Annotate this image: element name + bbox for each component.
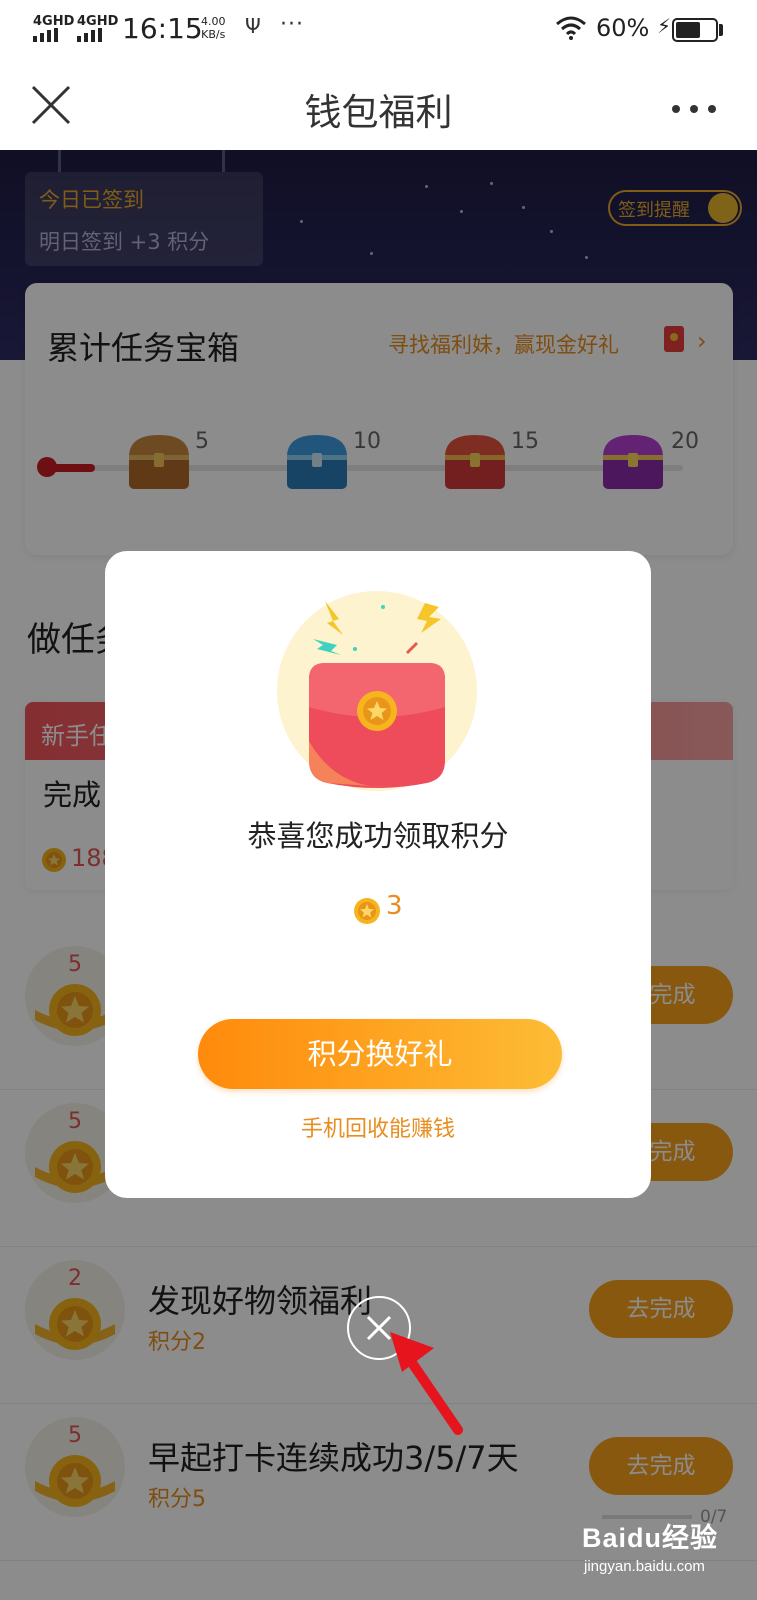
speed-value: 4.00 — [201, 15, 226, 28]
reward-modal: 恭喜您成功领取积分 3 积分换好礼 手机回收能赚钱 — [105, 551, 651, 1198]
phone-recycle-link[interactable]: 手机回收能赚钱 — [105, 1111, 651, 1143]
red-arrow-annotation — [390, 1332, 463, 1435]
status-bar: 4GHD 4GHD 16:15 4.00 KB/s Ψ ··· 60% ⚡ — [0, 0, 757, 58]
more-notifications-icon: ··· — [280, 12, 304, 37]
battery-icon — [672, 18, 718, 42]
network-indicator-2: 4GHD — [77, 14, 119, 29]
signal-icon-2 — [77, 28, 102, 42]
signal-icon — [33, 28, 58, 42]
watermark-url: jingyan.baidu.com — [584, 1558, 705, 1575]
network-speed: 4.00 KB/s — [201, 15, 226, 41]
modal-points: 3 — [386, 891, 403, 921]
nav-bar: 钱包福利 — [0, 58, 757, 150]
usb-icon: Ψ — [245, 14, 261, 38]
speed-unit: KB/s — [201, 28, 226, 41]
coin-icon — [354, 898, 380, 924]
charging-icon: ⚡ — [657, 14, 672, 38]
clock: 16:15 — [122, 12, 203, 45]
page-title: 钱包福利 — [304, 91, 453, 134]
battery-tip — [719, 24, 723, 36]
wifi-icon — [556, 16, 586, 40]
more-menu-icon[interactable] — [672, 98, 726, 117]
battery-percent: 60% — [596, 14, 650, 42]
redeem-gifts-button[interactable]: 积分换好礼 — [198, 1019, 562, 1089]
baidu-jingyan-watermark: Baidu经验 jingyan.baidu.com — [582, 1516, 752, 1586]
modal-title: 恭喜您成功领取积分 — [247, 819, 509, 853]
red-envelope-illustration — [277, 591, 477, 791]
watermark-brand: Baidu经验 — [582, 1523, 719, 1553]
network-indicator: 4GHD — [33, 14, 75, 29]
